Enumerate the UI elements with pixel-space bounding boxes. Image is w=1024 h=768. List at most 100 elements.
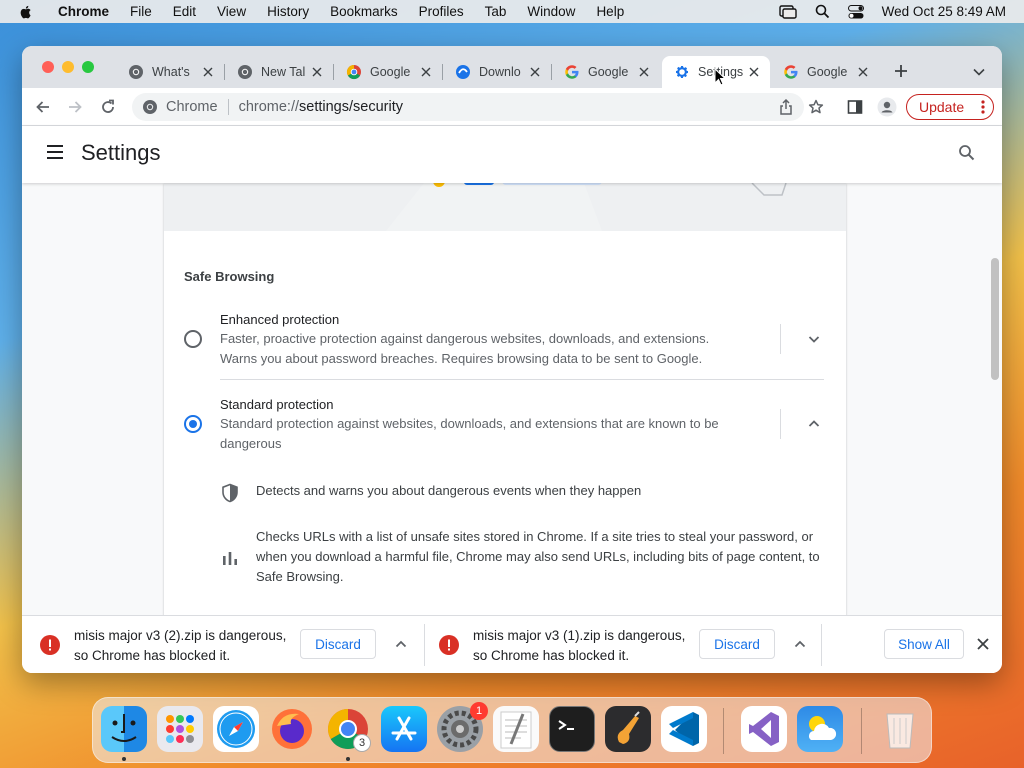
settings-header: Settings (22, 126, 1002, 183)
detail-text: Detects and warns you about dangerous ev… (256, 483, 642, 498)
tab-title: Google (807, 65, 848, 79)
weather-icon[interactable] (797, 706, 843, 752)
share-icon[interactable] (778, 99, 794, 115)
tab-close-icon[interactable] (309, 64, 325, 80)
page-title: Settings (81, 140, 161, 165)
more-vertical-icon (981, 100, 985, 114)
menu-bookmarks[interactable]: Bookmarks (330, 4, 398, 19)
warning-icon (439, 635, 459, 655)
chrome-icon[interactable] (142, 99, 158, 115)
finder-icon[interactable] (101, 706, 147, 752)
tab-close-icon[interactable] (855, 64, 871, 80)
side-panel-button[interactable] (845, 97, 865, 117)
download-bar: misis major v3 (2).zip is dangerous, so … (22, 615, 1002, 673)
update-button[interactable]: Update (906, 94, 994, 120)
visual-studio-icon[interactable] (741, 706, 787, 752)
plus-icon (895, 65, 907, 77)
apple-icon[interactable] (18, 4, 34, 20)
standard-collapse-button[interactable] (806, 416, 822, 432)
tab-title: Downlo (479, 65, 521, 79)
menu-help[interactable]: Help (596, 4, 624, 19)
tab-whats-new[interactable]: What's (116, 56, 224, 88)
new-tab-button[interactable] (893, 63, 909, 79)
search-icon (959, 145, 975, 161)
menu-file[interactable]: File (130, 4, 152, 19)
standard-protection-radio[interactable] (184, 415, 202, 433)
profile-button[interactable] (877, 97, 897, 117)
tab-title: New Tal (261, 65, 306, 79)
tab-google[interactable]: Google (771, 56, 879, 88)
textedit-icon[interactable] (493, 706, 539, 752)
mouse-cursor-icon (714, 68, 726, 86)
bookmark-star-button[interactable] (806, 97, 826, 117)
tab-close-icon[interactable] (636, 64, 652, 80)
address-bar[interactable]: Chrome chrome://settings/security (132, 93, 804, 121)
menu-view[interactable]: View (217, 4, 246, 19)
menu-history[interactable]: History (267, 4, 309, 19)
back-button[interactable] (33, 97, 53, 117)
garageband-icon[interactable] (605, 706, 651, 752)
download-item[interactable]: misis major v3 (2).zip is dangerous, so … (22, 616, 422, 673)
dock: 3 1 (92, 697, 932, 763)
download-item[interactable]: misis major v3 (1).zip is dangerous, so … (421, 616, 821, 673)
enhanced-protection-radio[interactable] (184, 330, 202, 348)
reload-button[interactable] (98, 97, 118, 117)
show-all-button[interactable]: Show All (884, 629, 964, 659)
menu-window[interactable]: Window (527, 4, 575, 19)
option-divider (220, 379, 824, 380)
safe-browsing-card: Safe Browsing Enhanced protection Faster… (164, 183, 846, 615)
shield-icon (222, 483, 238, 503)
vertical-divider (780, 324, 781, 354)
tab-search-button[interactable] (972, 65, 986, 79)
vscode-icon[interactable] (661, 706, 707, 752)
menu-app-name[interactable]: Chrome (58, 4, 109, 19)
screen-mirroring-icon[interactable] (778, 4, 797, 19)
tab-close-icon[interactable] (527, 64, 543, 80)
search-settings-button[interactable] (958, 144, 976, 167)
launchpad-icon[interactable] (157, 706, 203, 752)
chevron-up-icon[interactable] (394, 637, 408, 651)
menubar-clock[interactable]: Wed Oct 25 8:49 AM (882, 4, 1006, 19)
forward-button[interactable] (65, 97, 85, 117)
minimize-window-button[interactable] (62, 61, 74, 73)
update-label: Update (919, 99, 965, 115)
trash-icon[interactable] (877, 706, 923, 752)
spotlight-search-icon[interactable] (815, 4, 830, 19)
zoom-window-button[interactable] (82, 61, 94, 73)
main-menu-button[interactable] (46, 144, 64, 165)
tab-close-icon[interactable] (746, 64, 762, 80)
tab-strip: What's New Tal Google Downlo Google Sett… (22, 46, 1002, 88)
safari-icon[interactable] (213, 706, 259, 752)
menu-profiles[interactable]: Profiles (419, 4, 464, 19)
control-center-icon[interactable] (847, 4, 864, 19)
side-panel-icon (847, 100, 863, 114)
chrome-icon (238, 65, 252, 79)
tab-downloads[interactable]: Downlo (443, 56, 551, 88)
close-window-button[interactable] (42, 61, 54, 73)
enhanced-protection-label[interactable]: Enhanced protection (220, 312, 339, 327)
firefox-icon[interactable] (269, 706, 315, 752)
terminal-icon[interactable] (549, 706, 595, 752)
tab-title: Google (588, 65, 629, 79)
omnibox-divider (227, 99, 229, 115)
scrollbar-thumb[interactable] (991, 258, 999, 380)
enhanced-expand-button[interactable] (806, 331, 822, 347)
tab-google[interactable]: Google (552, 56, 660, 88)
url-scheme: chrome:// (238, 99, 300, 115)
close-icon[interactable] (976, 637, 990, 651)
standard-protection-label[interactable]: Standard protection (220, 397, 333, 412)
download-warning-text: misis major v3 (1).zip is dangerous, so … (473, 628, 686, 663)
tab-close-icon[interactable] (418, 64, 434, 80)
tab-google-chrome[interactable]: Google (334, 56, 442, 88)
chevron-up-icon[interactable] (793, 637, 807, 651)
tab-new-tab[interactable]: New Tal (225, 56, 333, 88)
tab-close-icon[interactable] (200, 64, 216, 80)
warning-icon (40, 635, 60, 655)
menu-tab[interactable]: Tab (485, 4, 507, 19)
app-store-icon[interactable] (381, 706, 427, 752)
menu-edit[interactable]: Edit (173, 4, 196, 19)
discard-button[interactable]: Discard (300, 629, 376, 659)
scrollbar-track[interactable] (988, 183, 1002, 615)
discard-button[interactable]: Discard (699, 629, 775, 659)
browser-toolbar: Chrome chrome://settings/security Update (22, 88, 1002, 126)
